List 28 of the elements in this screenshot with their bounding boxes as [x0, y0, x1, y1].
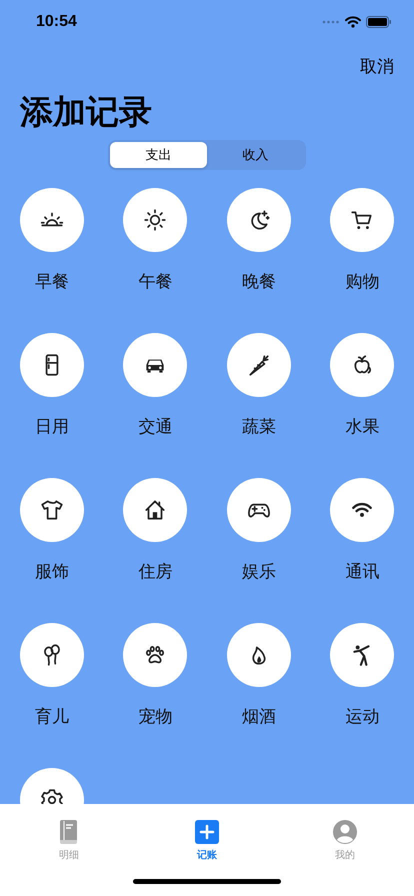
category-label: 交通 — [138, 416, 172, 439]
wifi-icon — [345, 16, 361, 28]
category-label: 娱乐 — [242, 561, 276, 584]
tab-item[interactable]: 记账 — [138, 818, 276, 862]
status-time: 10:54 — [36, 13, 77, 31]
category-label: 水果 — [345, 416, 380, 439]
category-label: 宠物 — [138, 706, 172, 729]
category-label: 晚餐 — [242, 271, 276, 294]
category-label: 烟酒 — [242, 706, 276, 729]
category-label: 运动 — [345, 706, 380, 729]
battery-icon — [366, 16, 392, 28]
sun-icon — [142, 207, 168, 233]
category-label: 午餐 — [138, 271, 172, 294]
category-label: 住房 — [138, 561, 172, 584]
category-label: 服饰 — [34, 561, 69, 584]
segment-tab[interactable]: 收入 — [207, 142, 304, 168]
segment-tab[interactable]: 支出 — [110, 142, 207, 168]
cancel-button[interactable]: 取消 — [360, 54, 394, 78]
category-label: 通讯 — [345, 561, 380, 584]
category-label: 育儿 — [34, 706, 69, 729]
page-title: 添加记录 — [20, 91, 153, 132]
category-label: 蔬菜 — [242, 416, 276, 439]
category-label: 购物 — [345, 271, 380, 294]
category-label: 早餐 — [34, 271, 69, 294]
signal-icon — [322, 20, 340, 24]
plus-icon — [193, 818, 221, 846]
person-icon — [331, 818, 359, 846]
category-label: 日用 — [34, 416, 69, 439]
